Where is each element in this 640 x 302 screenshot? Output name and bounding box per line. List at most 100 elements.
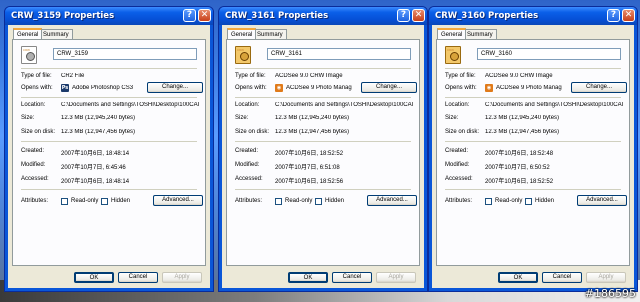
tab-general[interactable]: General bbox=[437, 28, 467, 39]
file-name-field[interactable]: CRW_3161 bbox=[267, 48, 411, 60]
type-of-file-value: ACDSee 9.0 CRW Image bbox=[485, 73, 553, 79]
title-bar[interactable]: CRW_3159 Properties ? ✕ bbox=[5, 7, 213, 25]
opens-with-value: ACDSee 9 Photo Manag bbox=[286, 85, 352, 91]
divider bbox=[445, 97, 621, 98]
created-label: Created: bbox=[235, 148, 259, 154]
hidden-label: Hidden bbox=[535, 198, 555, 204]
created-value: 2007年10月6日, 18:52:52 bbox=[275, 151, 344, 157]
general-panel: CRW CRW_3160 Type of file: ACDSee 9.0 CR… bbox=[436, 39, 630, 266]
location-value: C:\Documents and Settings\TOSHI\Desktop\… bbox=[485, 102, 624, 108]
opens-with-value: ACDSee 9 Photo Manag bbox=[496, 85, 562, 91]
location-label: Location: bbox=[235, 102, 260, 108]
photoshop-icon: Ps bbox=[61, 84, 69, 92]
file-name-field[interactable]: CRW_3159 bbox=[53, 48, 197, 60]
cancel-button[interactable]: Cancel bbox=[542, 272, 582, 283]
ok-button[interactable]: OK bbox=[74, 272, 114, 283]
change-button[interactable]: Change... bbox=[361, 82, 417, 93]
dialog-button-row: OK Cancel Apply bbox=[8, 272, 210, 283]
accessed-value: 2007年10月6日, 18:52:56 bbox=[275, 179, 344, 185]
dialog-client-area: General Summary CRW CRW_3160 Type of fil… bbox=[432, 25, 634, 288]
properties-dialog: CRW_3160 Properties ? ✕ General Summary … bbox=[428, 6, 638, 292]
divider bbox=[445, 68, 621, 69]
size-label: Size: bbox=[445, 115, 459, 121]
tab-general[interactable]: General bbox=[13, 28, 43, 39]
location-value: C:\Documents and Settings\TOSHI\Desktop\… bbox=[61, 102, 200, 108]
window-title: CRW_3159 Properties bbox=[11, 11, 115, 21]
hidden-checkbox[interactable] bbox=[525, 198, 532, 205]
file-icon: CRW bbox=[445, 46, 461, 64]
readonly-checkbox[interactable] bbox=[485, 198, 492, 205]
created-label: Created: bbox=[21, 148, 45, 154]
readonly-label: Read-only bbox=[71, 198, 99, 204]
file-icon: CRW bbox=[235, 46, 251, 64]
cancel-button[interactable]: Cancel bbox=[118, 272, 158, 283]
ok-button[interactable]: OK bbox=[498, 272, 538, 283]
accessed-label: Accessed: bbox=[235, 176, 263, 182]
tab-summary[interactable]: Summary bbox=[39, 29, 73, 39]
tab-summary[interactable]: Summary bbox=[253, 29, 287, 39]
divider bbox=[235, 141, 411, 142]
hidden-checkbox[interactable] bbox=[101, 198, 108, 205]
general-panel: CRW CRW_3161 Type of file: ACDSee 9.0 CR… bbox=[226, 39, 420, 266]
modified-label: Modified: bbox=[235, 162, 260, 168]
location-label: Location: bbox=[445, 102, 470, 108]
ok-button[interactable]: OK bbox=[288, 272, 328, 283]
apply-button[interactable]: Apply bbox=[162, 272, 202, 283]
tab-general[interactable]: General bbox=[227, 28, 257, 39]
size-on-disk-label: Size on disk: bbox=[235, 129, 270, 135]
tab-summary[interactable]: Summary bbox=[463, 29, 497, 39]
window-title: CRW_3161 Properties bbox=[225, 11, 329, 21]
created-value: 2007年10月6日, 18:48:14 bbox=[61, 151, 130, 157]
close-button[interactable]: ✕ bbox=[622, 9, 635, 22]
readonly-label: Read-only bbox=[495, 198, 523, 204]
help-button[interactable]: ? bbox=[183, 9, 196, 22]
size-on-disk-label: Size on disk: bbox=[21, 129, 56, 135]
hidden-checkbox[interactable] bbox=[315, 198, 322, 205]
general-panel: CRW CRW_3159 Type of file: CR2 File Open… bbox=[12, 39, 206, 266]
type-of-file-value: ACDSee 9.0 CRW Image bbox=[275, 73, 343, 79]
help-button[interactable]: ? bbox=[397, 9, 410, 22]
window-title: CRW_3160 Properties bbox=[435, 11, 539, 21]
opens-with-label: Opens with: bbox=[445, 85, 477, 91]
modified-value: 2007年10月7日, 6:45:46 bbox=[61, 165, 126, 171]
properties-dialog: CRW_3159 Properties ? ✕ General Summary … bbox=[4, 6, 214, 292]
advanced-button[interactable]: Advanced... bbox=[577, 195, 627, 206]
opens-with-label: Opens with: bbox=[21, 85, 53, 91]
cancel-button[interactable]: Cancel bbox=[332, 272, 372, 283]
close-button[interactable]: ✕ bbox=[198, 9, 211, 22]
advanced-button[interactable]: Advanced... bbox=[367, 195, 417, 206]
close-button[interactable]: ✕ bbox=[412, 9, 425, 22]
title-bar[interactable]: CRW_3161 Properties ? ✕ bbox=[219, 7, 427, 25]
hidden-label: Hidden bbox=[325, 198, 345, 204]
title-bar[interactable]: CRW_3160 Properties ? ✕ bbox=[429, 7, 637, 25]
file-name-field[interactable]: CRW_3160 bbox=[477, 48, 621, 60]
hidden-label: Hidden bbox=[111, 198, 131, 204]
help-button[interactable]: ? bbox=[607, 9, 620, 22]
readonly-checkbox[interactable] bbox=[61, 198, 68, 205]
apply-button[interactable]: Apply bbox=[586, 272, 626, 283]
divider bbox=[21, 189, 197, 190]
readonly-checkbox[interactable] bbox=[275, 198, 282, 205]
size-label: Size: bbox=[21, 115, 35, 121]
size-on-disk-value: 12.3 MB (12,947,456 bytes) bbox=[61, 129, 136, 135]
watermark-text: #186595 bbox=[584, 287, 636, 300]
change-button[interactable]: Change... bbox=[571, 82, 627, 93]
divider bbox=[235, 68, 411, 69]
divider bbox=[21, 141, 197, 142]
change-button[interactable]: Change... bbox=[147, 82, 203, 93]
acdsee-icon: ◉ bbox=[275, 84, 283, 92]
modified-value: 2007年10月7日, 6:50:52 bbox=[485, 165, 550, 171]
size-label: Size: bbox=[235, 115, 249, 121]
type-of-file-label: Type of file: bbox=[21, 73, 52, 79]
properties-dialog: CRW_3161 Properties ? ✕ General Summary … bbox=[218, 6, 428, 292]
advanced-button[interactable]: Advanced... bbox=[153, 195, 203, 206]
type-of-file-label: Type of file: bbox=[445, 73, 476, 79]
size-on-disk-label: Size on disk: bbox=[445, 129, 480, 135]
accessed-label: Accessed: bbox=[21, 176, 49, 182]
apply-button[interactable]: Apply bbox=[376, 272, 416, 283]
size-on-disk-value: 12.3 MB (12,947,456 bytes) bbox=[275, 129, 350, 135]
divider bbox=[235, 97, 411, 98]
size-value: 12.3 MB (12,945,240 bytes) bbox=[275, 115, 350, 121]
location-value: C:\Documents and Settings\TOSHI\Desktop\… bbox=[275, 102, 414, 108]
dialog-client-area: General Summary CRW CRW_3161 Type of fil… bbox=[222, 25, 424, 288]
